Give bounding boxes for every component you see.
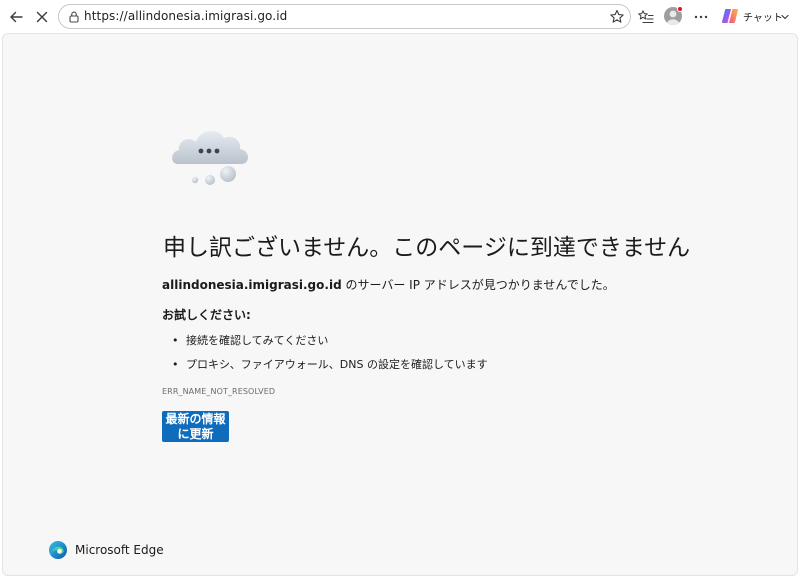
url-text[interactable]: https://allindonesia.imigrasi.go.id	[84, 9, 287, 23]
suggestion-item: • 接続を確認してみてください	[172, 332, 328, 348]
stop-loading-icon	[36, 11, 48, 23]
suggestion-text: 接続を確認してみてください	[186, 334, 329, 347]
favorite-star-icon[interactable]	[608, 8, 626, 26]
favorites-list-icon	[638, 10, 654, 24]
suggestion-text: プロキシ、ファイアウォール、DNS の設定を確認しています	[186, 358, 488, 371]
back-arrow-icon	[10, 11, 23, 23]
error-host: allindonesia.imigrasi.go.id	[162, 278, 342, 292]
stop-button[interactable]	[29, 4, 55, 30]
browser-toolbar: https://allindonesia.imigrasi.go.id チャット	[0, 0, 800, 33]
notification-dot	[677, 6, 683, 12]
more-icon	[694, 15, 708, 19]
bullet: •	[172, 358, 179, 371]
try-label: お試しください:	[162, 308, 251, 322]
chevron-down-icon	[781, 14, 789, 20]
back-button[interactable]	[3, 4, 29, 30]
page-viewport	[2, 33, 798, 576]
error-host-suffix: のサーバー IP アドレスが見つかりませんでした。	[341, 278, 615, 292]
cloud-icon	[172, 131, 249, 185]
error-code: ERR_NAME_NOT_RESOLVED	[162, 387, 276, 396]
favorites-button[interactable]	[633, 4, 659, 30]
copilot-menu-button[interactable]	[776, 4, 794, 30]
refresh-button[interactable]: 最新の情報に更新	[162, 411, 229, 442]
address-bar[interactable]: https://allindonesia.imigrasi.go.id	[58, 4, 631, 29]
copilot-icon	[722, 9, 738, 23]
lock-icon[interactable]	[67, 10, 81, 24]
suggestion-item: • プロキシ、ファイアウォール、DNS の設定を確認しています	[172, 356, 488, 372]
bullet: •	[172, 334, 179, 347]
error-headline: 申し訳ございません。このページに到達できません	[163, 235, 691, 261]
edge-logo-icon	[49, 541, 67, 559]
brand-name: Microsoft Edge	[75, 543, 164, 557]
more-button[interactable]	[688, 4, 714, 30]
error-description: allindonesia.imigrasi.go.id のサーバー IP アドレ…	[162, 276, 615, 293]
